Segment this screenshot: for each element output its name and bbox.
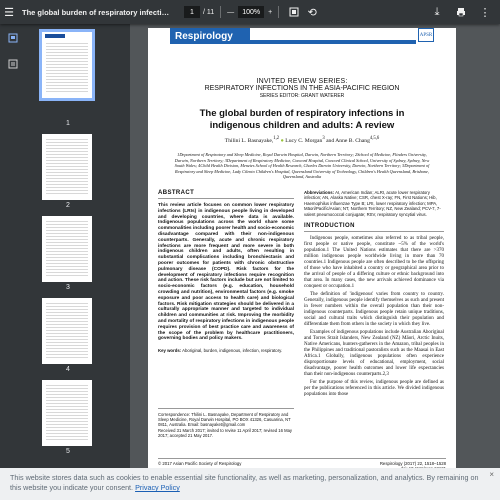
author-3[interactable]: and Anne B. Chang xyxy=(326,138,370,144)
toolbar-divider xyxy=(278,6,280,18)
cookie-banner: This website stores data such as cookies… xyxy=(0,468,500,500)
thumbnail-number: 1 xyxy=(66,120,70,127)
author-1-affil: 1,2 xyxy=(273,136,280,141)
body-column: Abbreviations: AI, American Indian; ALRI… xyxy=(304,190,444,400)
page-total: / 11 xyxy=(203,8,215,16)
pdf-page: Respirology APSR INVITED REVIEW SERIES: … xyxy=(148,28,456,471)
pdf-toolbar: ☰ The global burden of respiratory infec… xyxy=(0,0,500,24)
author-2-affil: 3 xyxy=(322,136,325,141)
zoom-out-button[interactable]: — xyxy=(227,9,234,16)
keywords: Key words: Aboriginal, burden, indigenou… xyxy=(158,348,294,353)
thumbnail-number: 4 xyxy=(66,366,70,373)
author-list: Thilini L. Basnayake,1,2 ● Lucy C. Morga… xyxy=(168,136,436,144)
received-dates: Received 31 March 2017; invited to revis… xyxy=(158,427,292,438)
author-1[interactable]: Thilini L. Basnayake, xyxy=(225,138,273,144)
abstract-heading: ABSTRACT xyxy=(158,190,294,199)
zoom-level-input[interactable]: 100% xyxy=(238,6,265,18)
article-title: The global burden of respiratory infecti… xyxy=(199,108,405,131)
journal-header: Respirology APSR xyxy=(170,28,434,44)
document-title: The global burden of respiratory infecti… xyxy=(22,7,172,17)
society-logo: APSR xyxy=(418,28,434,42)
print-icon[interactable] xyxy=(452,3,470,21)
intro-paragraph: For the purpose of this review, indigeno… xyxy=(304,380,444,398)
thumbnails-view-icon[interactable] xyxy=(6,32,20,44)
page-thumbnail-4[interactable] xyxy=(42,298,92,364)
page-thumbnail-1[interactable] xyxy=(39,29,95,101)
menu-icon[interactable]: ☰ xyxy=(0,3,18,21)
cookie-text: This website stores data such as cookies… xyxy=(10,473,479,492)
series-line-2: RESPIRATORY INFECTIONS IN THE ASIA-PACIF… xyxy=(204,85,400,92)
introduction-heading: INTRODUCTION xyxy=(304,223,444,233)
more-options-icon[interactable]: ⋮ xyxy=(476,3,494,21)
series-line-1: INVITED REVIEW SERIES: xyxy=(256,78,348,85)
page-thumbnail-5[interactable] xyxy=(42,380,92,446)
toolbar-divider xyxy=(220,6,222,18)
intro-paragraph: Indigenous people, sometimes also referr… xyxy=(304,236,444,290)
thumbnail-number: 5 xyxy=(66,448,70,455)
abstract-text: This review article focuses on common lo… xyxy=(158,203,294,342)
zoom-in-button[interactable]: + xyxy=(268,9,272,16)
privacy-policy-link[interactable]: Privacy Policy xyxy=(135,483,180,492)
keywords-label: Key words: xyxy=(158,348,182,354)
abstract-column: ABSTRACT This review article focuses on … xyxy=(158,190,294,354)
page-number-input[interactable]: 1 xyxy=(184,6,200,18)
zoom-controls: — 100% + xyxy=(227,6,272,18)
rotate-icon[interactable]: ⟲ xyxy=(303,3,321,21)
series-heading: INVITED REVIEW SERIES: RESPIRATORY INFEC… xyxy=(148,78,456,99)
correspondence: Correspondence: Thilini L. Basnayake, De… xyxy=(158,408,294,438)
outline-view-icon[interactable] xyxy=(6,58,20,70)
page-thumbnail-2[interactable] xyxy=(42,134,92,200)
affiliations: 1Department of Respiratory and Sleep Med… xyxy=(174,152,430,179)
author-3-affil: 4,5,6 xyxy=(369,136,380,141)
download-icon[interactable]: ⤓ xyxy=(428,3,446,21)
page-navigator: 1 / 11 xyxy=(184,6,214,18)
intro-paragraph: Examples of indigenous populations inclu… xyxy=(304,330,444,378)
header-stripe xyxy=(250,40,416,44)
intro-paragraph: The definition of 'indigenous' varies fr… xyxy=(304,292,444,328)
keywords-text: Aboriginal, burden, indigenous, infectio… xyxy=(182,348,283,354)
fit-page-icon[interactable] xyxy=(285,3,303,21)
abbreviations-label: Abbreviations: xyxy=(304,190,335,195)
abbreviations: Abbreviations: AI, American Indian; ALRI… xyxy=(304,190,444,217)
correspondence-text: Correspondence: Thilini L. Basnayake, De… xyxy=(158,412,291,428)
series-editor: SERIES EDITOR: GRANT WATERER xyxy=(259,93,345,99)
thumbnail-number: 3 xyxy=(66,284,70,291)
introduction-text: Indigenous people, sometimes also referr… xyxy=(304,236,444,398)
close-icon[interactable]: × xyxy=(489,470,494,480)
author-2[interactable]: Lucy C. Morgan xyxy=(285,138,322,144)
journal-name: Respirology xyxy=(170,28,250,44)
orcid-icon[interactable]: ● xyxy=(281,138,284,144)
thumbnail-number: 2 xyxy=(66,202,70,209)
thumbnail-sidebar: 1 2 3 4 5 xyxy=(0,24,130,500)
page-thumbnail-3[interactable] xyxy=(42,216,92,282)
